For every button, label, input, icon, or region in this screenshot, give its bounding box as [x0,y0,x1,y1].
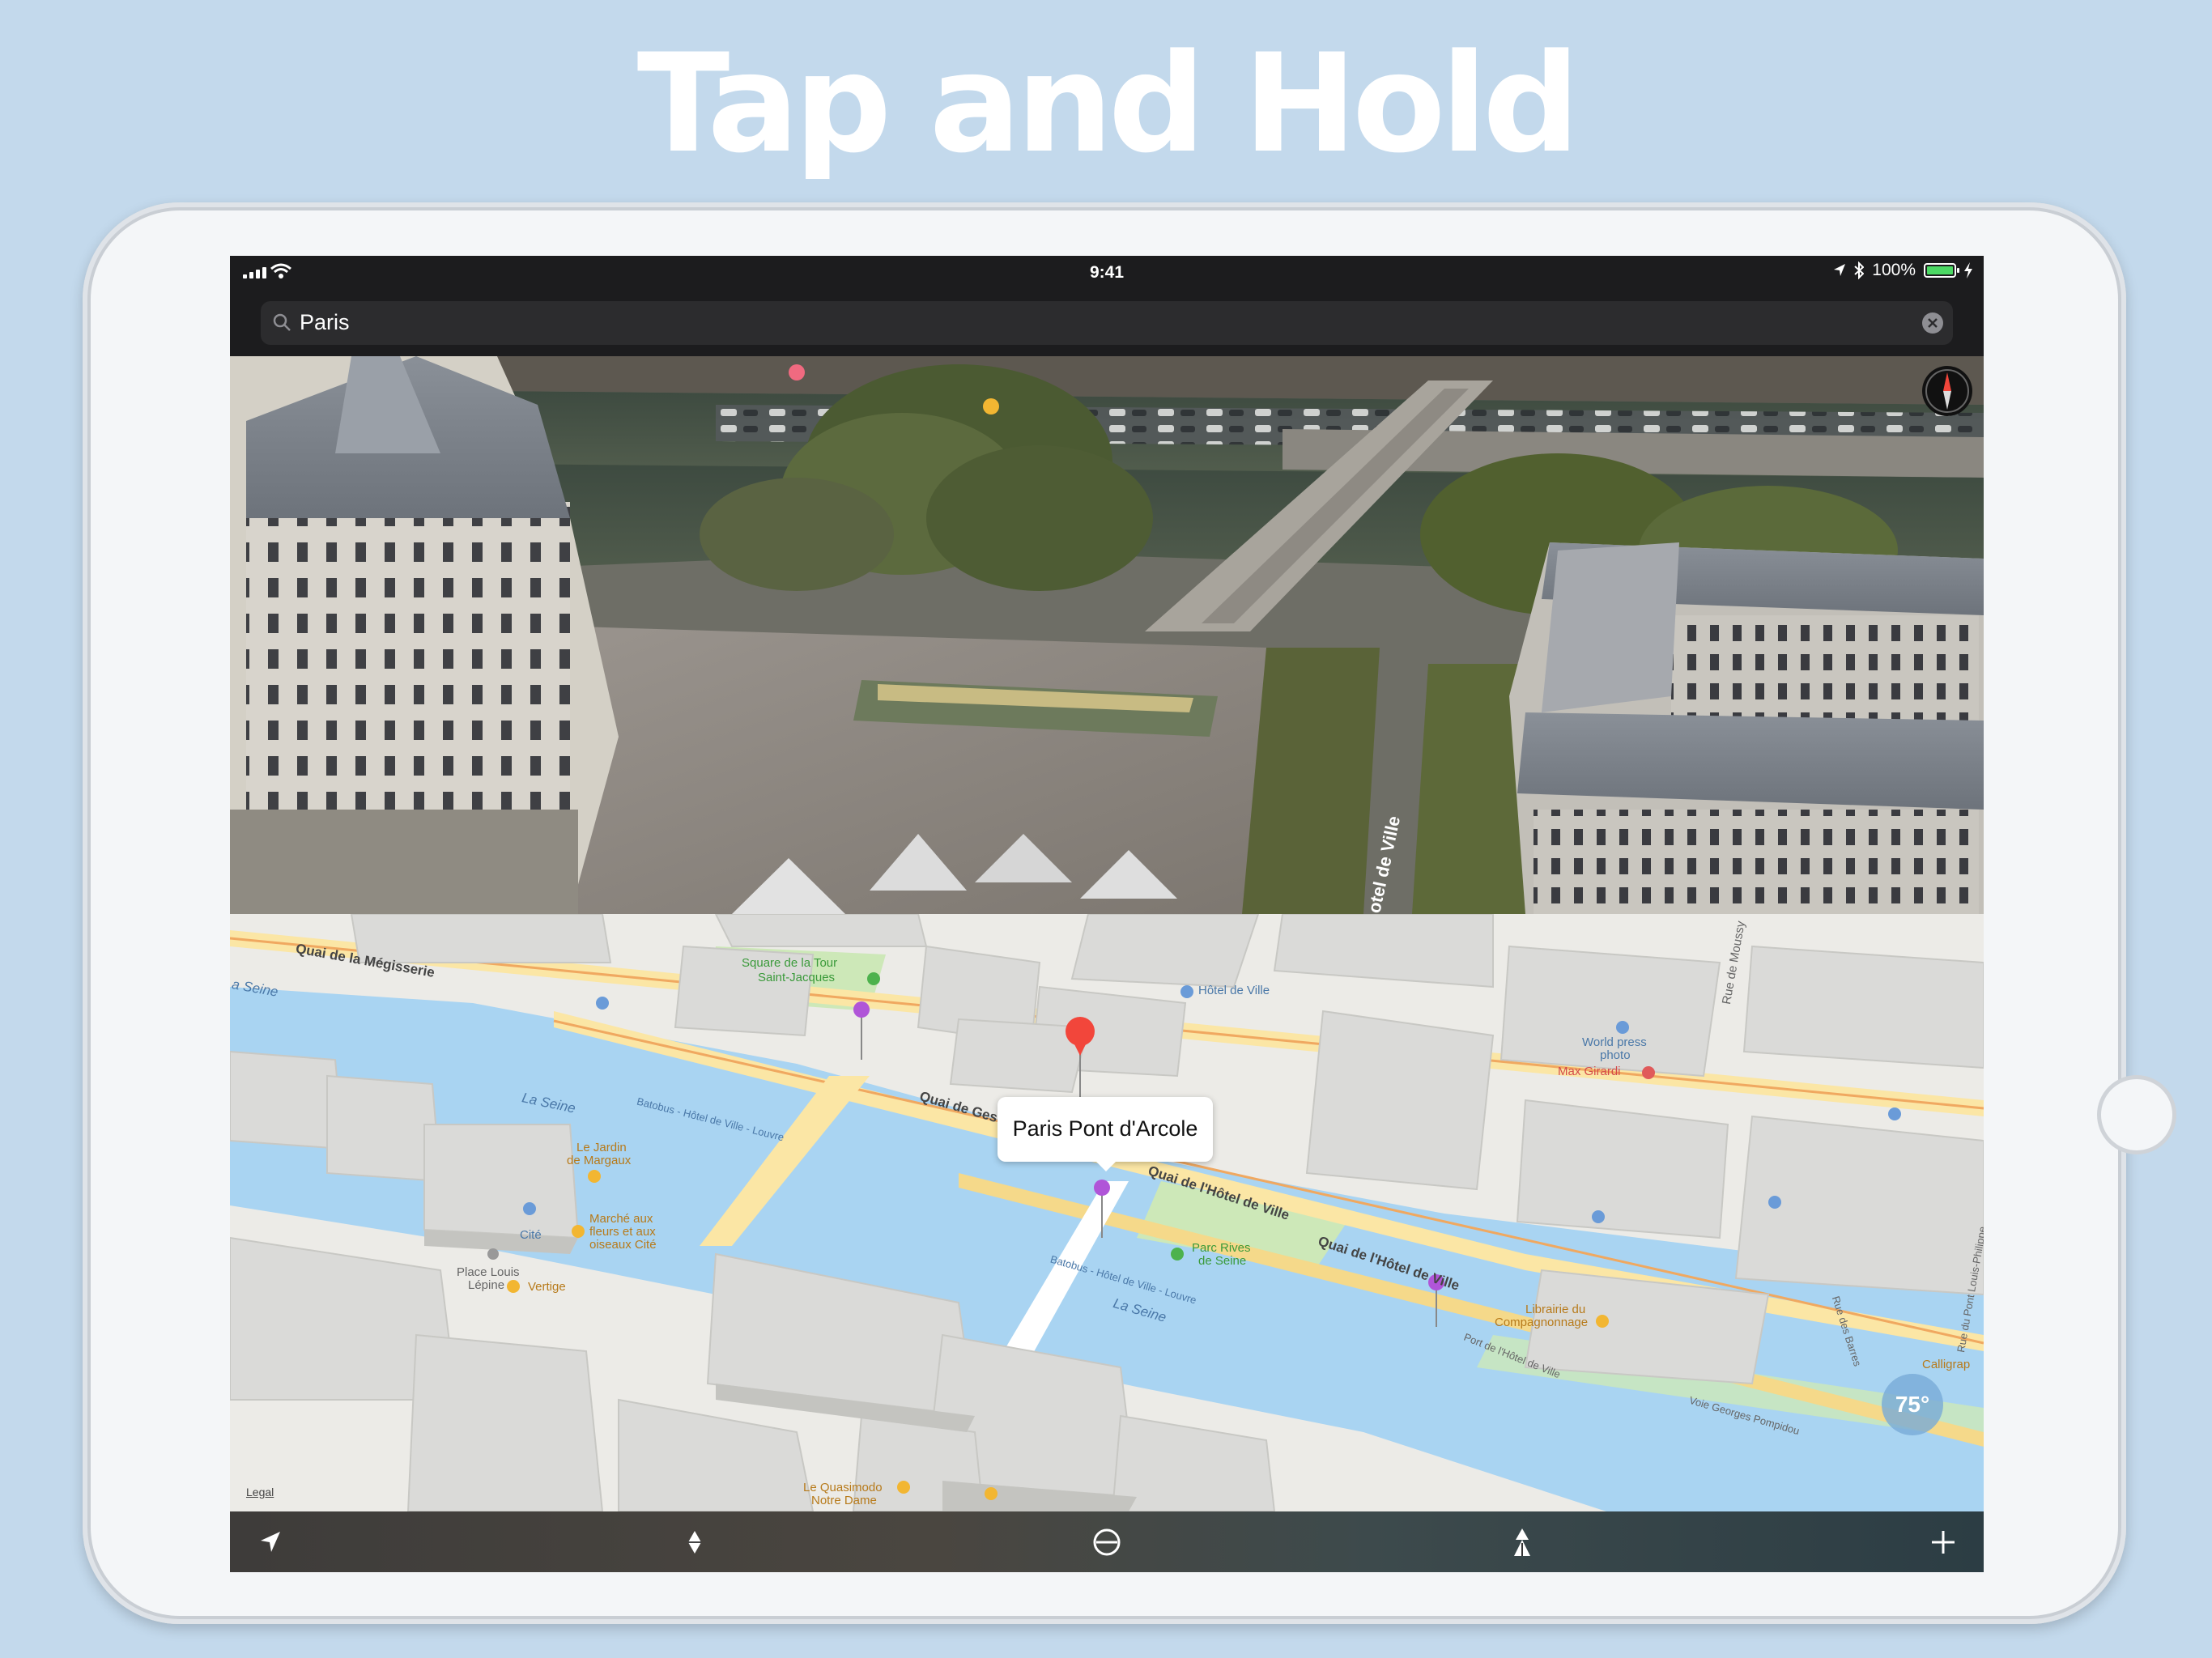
current-location-button[interactable] [248,1520,293,1565]
map-mode-button[interactable] [1084,1520,1129,1565]
add-button[interactable] [1921,1520,1966,1565]
poi-label: de Seine [1198,1254,1247,1268]
poi-label: Librairie du [1525,1303,1586,1316]
poi-label: Saint-Jacques [758,971,836,984]
weather-badge: 75° [1882,1374,1943,1435]
poi-label: Max Girardi [1558,1065,1621,1078]
poi-label: Place Louis [457,1265,520,1279]
person-icon [1514,1528,1530,1556]
walk-mode-button[interactable] [1499,1520,1545,1565]
charging-bolt-icon [1964,262,1972,278]
legal-link[interactable]: Legal [246,1486,274,1499]
home-button[interactable] [2097,1075,2176,1154]
location-arrow-icon [261,1532,280,1552]
poi-label: Hôtel de Ville [1198,984,1270,997]
poi-label: photo [1600,1048,1631,1062]
location-services-icon [1834,264,1846,276]
globe-icon [1093,1528,1121,1556]
search-icon [273,313,291,331]
flyover-diamond-icon [688,1531,701,1554]
poi-label: Notre Dame [811,1494,877,1507]
close-icon [1928,318,1938,328]
flyover-3d-view[interactable]: otel de Ville [230,356,1984,914]
map-drawing [230,914,1984,1511]
poi-label: Parc Rives [1192,1241,1251,1255]
battery-icon [1924,263,1959,278]
status-time: 9:41 [1089,263,1125,282]
plus-icon [1932,1531,1955,1554]
callout-title: Paris Pont d'Arcole [1012,1116,1198,1141]
app-screen: 9:41 100% Paris otel de Ville Quai de la… [230,256,1984,1572]
search-field[interactable]: Paris [261,301,1953,345]
poi-label: Le Jardin [576,1141,627,1154]
clear-search-button[interactable] [1922,312,1943,334]
battery-fill [1927,266,1953,274]
map-view[interactable]: Quai de la Mégisserie Square de la Tour … [230,914,1984,1511]
flyover-scene: otel de Ville [230,356,1984,914]
poi-label: fleurs et aux [589,1225,656,1239]
flyover-button[interactable] [672,1520,717,1565]
poi-label: Cité [520,1228,542,1242]
pin-callout[interactable]: Paris Pont d'Arcole [998,1097,1213,1171]
poi-label: Le Quasimodo [803,1481,883,1494]
compass-icon [1925,369,1969,413]
poi-label: Square de la Tour [742,956,838,970]
poi-label: Compagnonnage [1495,1316,1589,1329]
poi-label: de Margaux [567,1154,632,1167]
poi-label: oiseaux Cité [589,1238,657,1252]
poi-label: Lépine [468,1278,505,1292]
poi-label: World press [1582,1035,1647,1049]
search-area: Paris [230,290,1984,356]
bluetooth-icon [1854,261,1865,279]
status-bar: 9:41 100% [230,256,1984,290]
poi-label: Marché aux [589,1212,653,1226]
bottom-toolbar [230,1511,1984,1572]
compass-button[interactable] [1922,366,1972,416]
battery-percent: 100% [1872,261,1916,279]
search-input[interactable]: Paris [300,310,350,335]
poi-label: Vertige [528,1280,566,1294]
poi-label: Calligrap [1922,1358,1971,1371]
headline: Tap and Hold [636,24,1580,183]
